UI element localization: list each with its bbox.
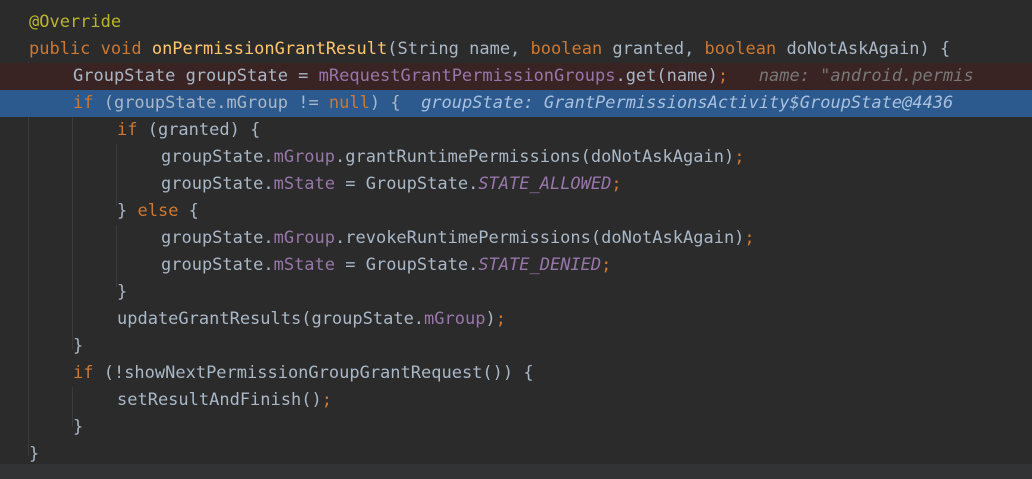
code-token: doNotAskAgain) {	[786, 39, 951, 59]
code-token: if	[73, 93, 104, 113]
code-line[interactable]: updateGrantResults(groupState.mGroup);	[0, 306, 1032, 333]
code-token: ;	[601, 255, 612, 275]
code-token: }	[29, 444, 40, 464]
code-text: public void onPermissionGrantResult(Stri…	[29, 36, 950, 63]
code-text: updateGrantResults(groupState.mGroup);	[117, 306, 506, 333]
code-line[interactable]: if (!showNextPermissionGroupGrantRequest…	[0, 360, 1032, 387]
code-token: }	[117, 282, 128, 302]
code-token: granted,	[612, 39, 705, 59]
code-token: (groupState.	[103, 93, 227, 113]
code-token: GroupState groupState =	[73, 66, 319, 86]
code-editor[interactable]: @Override public void onPermissionGrantRe…	[0, 0, 1032, 479]
code-token: = GroupState.	[345, 255, 479, 275]
code-token: if	[73, 363, 104, 383]
horizontal-scrollbar[interactable]	[0, 464, 1032, 479]
code-token: STATE_ALLOWED	[478, 174, 612, 194]
code-text: if (granted) {	[117, 117, 260, 144]
code-line[interactable]: setResultAndFinish();	[0, 387, 1032, 414]
code-token: mGroup	[273, 228, 336, 248]
code-line[interactable]: groupState.mState = GroupState.STATE_ALL…	[0, 171, 1032, 198]
code-token: ;	[321, 390, 332, 410]
inline-debug-value: name: "android.permis	[728, 66, 974, 86]
code-token: }	[117, 201, 138, 221]
code-line[interactable]: }	[0, 333, 1032, 360]
code-token: boolean	[530, 39, 613, 59]
code-token: )	[485, 309, 496, 329]
code-line[interactable]: @Override	[0, 9, 1032, 36]
code-token: mGroup	[424, 309, 486, 329]
code-token: mRequestGrantPermissionGroups	[318, 66, 616, 86]
code-token: ;	[611, 174, 622, 194]
code-token: {	[188, 201, 199, 221]
code-token: = GroupState.	[345, 174, 479, 194]
code-token: onPermissionGrantResult	[151, 39, 388, 59]
code-token: STATE_DENIED	[478, 255, 602, 275]
code-token: mState	[273, 255, 346, 275]
code-text: @Override	[29, 9, 121, 36]
code-text: groupState.mState = GroupState.STATE_DEN…	[161, 252, 611, 279]
code-text: GroupState groupState = mRequestGrantPer…	[73, 63, 974, 90]
code-token: }	[73, 417, 84, 437]
code-token: ;	[717, 66, 729, 86]
code-token: if	[117, 120, 148, 140]
code-token: mGroup	[273, 147, 336, 167]
code-token: mState	[273, 174, 346, 194]
code-token: groupState.	[161, 255, 274, 275]
code-token: boolean	[704, 39, 787, 59]
code-line[interactable]: }	[0, 279, 1032, 306]
code-text: groupState.mState = GroupState.STATE_ALL…	[161, 171, 622, 198]
code-line[interactable]: public void onPermissionGrantResult(Stri…	[0, 36, 1032, 63]
code-token: @Override	[29, 12, 122, 32]
execution-point-line[interactable]: if (groupState.mGroup != null) { groupSt…	[0, 90, 1032, 117]
code-token: ;	[495, 309, 506, 329]
code-token: groupState.	[161, 147, 274, 167]
breakpoint-line[interactable]: GroupState groupState = mRequestGrantPer…	[0, 63, 1032, 90]
code-token: groupState.	[161, 174, 274, 194]
code-token: ) {	[369, 93, 401, 113]
code-text: }	[73, 333, 83, 360]
code-token: groupState.	[161, 228, 274, 248]
code-token: (String name,	[387, 39, 531, 59]
code-line[interactable]: }	[0, 414, 1032, 441]
code-token: ;	[744, 228, 755, 248]
code-token: (granted) {	[147, 120, 261, 140]
code-line[interactable]: if (granted) {	[0, 117, 1032, 144]
code-token: .revokeRuntimePermissions(doNotAskAgain)	[335, 228, 745, 248]
code-text: groupState.mGroup.revokeRuntimePermissio…	[161, 225, 755, 252]
code-token: public void	[29, 39, 152, 59]
code-token: null	[328, 93, 370, 113]
code-text: }	[73, 414, 83, 441]
code-text: } else {	[117, 198, 199, 225]
code-line[interactable]: groupState.mGroup.grantRuntimePermission…	[0, 144, 1032, 171]
code-token: else	[137, 201, 189, 221]
code-token: .grantRuntimePermissions(doNotAskAgain)	[335, 147, 735, 167]
code-text: if (groupState.mGroup != null) { groupSt…	[73, 90, 953, 117]
code-token: .get(name)	[615, 66, 718, 86]
code-token: (!showNextPermissionGroupGrantRequest())…	[103, 363, 534, 383]
code-line[interactable]: groupState.mState = GroupState.STATE_DEN…	[0, 252, 1032, 279]
code-token: }	[73, 336, 84, 356]
code-token: setResultAndFinish()	[117, 390, 322, 410]
code-text: }	[117, 279, 127, 306]
code-token: !=	[298, 93, 329, 113]
inline-debug-value: groupState: GrantPermissionsActivity$Gro…	[400, 93, 954, 113]
code-token: ;	[734, 147, 745, 167]
code-text: setResultAndFinish();	[117, 387, 332, 414]
code-token: updateGrantResults(groupState.	[117, 309, 425, 329]
code-token: mGroup	[226, 93, 299, 113]
code-text: if (!showNextPermissionGroupGrantRequest…	[73, 360, 534, 387]
code-text: groupState.mGroup.grantRuntimePermission…	[161, 144, 744, 171]
code-line[interactable]: } else {	[0, 198, 1032, 225]
code-line[interactable]: groupState.mGroup.revokeRuntimePermissio…	[0, 225, 1032, 252]
